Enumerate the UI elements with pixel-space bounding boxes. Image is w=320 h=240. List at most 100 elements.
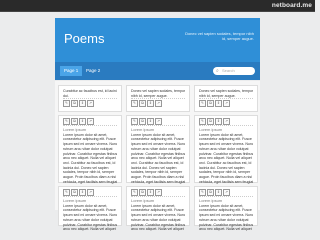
card-line: vehicula, eget facilisis sem feugiat. bbox=[63, 179, 117, 184]
card-line: rutrum arcu vitae dolor volutpat bbox=[131, 217, 181, 222]
card-line: rutrum arcu vitae dolor volutpat bbox=[63, 217, 113, 222]
share-icon[interactable]: ↗ bbox=[155, 118, 162, 125]
search-input[interactable]: ⌕ Search bbox=[213, 67, 255, 75]
move-icon[interactable]: ⇕ bbox=[79, 189, 86, 196]
card-text: Lorem ipsum Lorem ipsum dolor sit amet, co… bbox=[199, 128, 253, 184]
board-card[interactable]: Curabitur ac faucibus est, id lacinia dui… bbox=[58, 85, 122, 112]
card-line: rutrum arcu vitae dolor volutpat bbox=[131, 146, 181, 151]
search-icon: ⌕ bbox=[216, 68, 219, 74]
edit-icon[interactable]: ✎ bbox=[63, 100, 70, 107]
card-divider bbox=[199, 196, 253, 197]
share-icon[interactable]: ↗ bbox=[87, 189, 94, 196]
share-icon[interactable]: ↗ bbox=[155, 189, 162, 196]
move-icon[interactable]: ⇕ bbox=[215, 118, 222, 125]
edit-icon[interactable]: ✎ bbox=[63, 118, 70, 125]
board-card[interactable]: Donec vel sapien sodales, tempor nibh id,… bbox=[194, 85, 258, 112]
card-toolbar: ✎ ⧉ ⇕ ↗ bbox=[131, 189, 163, 196]
card-toolbar: ✎ ⧉ ⇕ ↗ bbox=[131, 100, 163, 107]
card-divider bbox=[199, 125, 253, 126]
move-icon[interactable]: ⇕ bbox=[215, 100, 222, 107]
card-divider bbox=[63, 98, 117, 99]
card-toolbar: ✎ ⧉ ⇕ ↗ bbox=[199, 100, 231, 107]
card-line: arcu nec aliquet. Nulla vel aliquet bbox=[63, 227, 116, 232]
share-icon[interactable]: ↗ bbox=[87, 118, 94, 125]
copy-icon[interactable]: ⧉ bbox=[207, 118, 214, 125]
tab-page-1[interactable]: Page 1 bbox=[60, 66, 83, 76]
edit-icon[interactable]: ✎ bbox=[131, 118, 138, 125]
card-divider bbox=[199, 98, 253, 99]
card-grid: Curabitur ac faucibus est, id lacinia dui… bbox=[55, 81, 260, 231]
page-nav: Page 1 Page 2 ⌕ Search bbox=[55, 62, 260, 80]
card-text: Lorem ipsum Lorem ipsum dolor sit amet, co… bbox=[131, 199, 185, 232]
card-toolbar: ✎ ⧉ ⇕ ↗ bbox=[63, 189, 95, 196]
card-divider bbox=[63, 196, 117, 197]
copy-icon[interactable]: ⧉ bbox=[139, 189, 146, 196]
copy-icon[interactable]: ⧉ bbox=[71, 189, 78, 196]
edit-icon[interactable]: ✎ bbox=[199, 100, 206, 107]
move-icon[interactable]: ⇕ bbox=[147, 189, 154, 196]
copy-icon[interactable]: ⧉ bbox=[139, 100, 146, 107]
board-card[interactable]: Lorem ipsum Lorem ipsum dolor sit amet, co… bbox=[194, 186, 258, 231]
card-line: vehicula, eget facilisis sem feugiat. bbox=[199, 179, 253, 184]
board-header: Poems Donec vel sapien sodales, tempor n… bbox=[55, 18, 260, 62]
top-bar: netboard.me bbox=[0, 0, 315, 12]
brand-logo[interactable]: netboard.me bbox=[272, 0, 312, 11]
card-toolbar: ✎ ⧉ ⇕ ↗ bbox=[63, 100, 95, 107]
card-line: orci. Curabitur ac faucibus est, id bbox=[199, 160, 252, 165]
card-line: rutrum arcu vitae dolor volutpat bbox=[199, 217, 249, 222]
card-text: Curabitur ac faucibus est, id lacinia dui… bbox=[63, 89, 117, 98]
share-icon[interactable]: ↗ bbox=[223, 118, 230, 125]
board-card[interactable]: Lorem ipsum Lorem ipsum dolor sit amet, co… bbox=[126, 115, 190, 184]
card-toolbar: ✎ ⧉ ⇕ ↗ bbox=[131, 118, 163, 125]
share-icon[interactable]: ↗ bbox=[87, 100, 94, 107]
tab-page-2[interactable]: Page 2 bbox=[82, 66, 104, 76]
edit-icon[interactable]: ✎ bbox=[131, 100, 138, 107]
page-title: Poems bbox=[64, 31, 105, 46]
card-toolbar: ✎ ⧉ ⇕ ↗ bbox=[63, 118, 95, 125]
share-icon[interactable]: ↗ bbox=[155, 100, 162, 107]
card-line: arcu nec aliquet. Nulla vel aliquet bbox=[199, 227, 252, 232]
card-line: vehicula, eget facilisis sem feugiat. bbox=[131, 179, 185, 184]
board-card[interactable]: Lorem ipsum Lorem ipsum dolor sit amet, co… bbox=[194, 115, 258, 184]
copy-icon[interactable]: ⧉ bbox=[207, 189, 214, 196]
board-card[interactable]: Lorem ipsum Lorem ipsum dolor sit amet, co… bbox=[58, 115, 122, 184]
card-text: Donec vel sapien sodales, tempor nibh id,… bbox=[131, 89, 185, 98]
card-toolbar: ✎ ⧉ ⇕ ↗ bbox=[199, 118, 231, 125]
edit-icon[interactable]: ✎ bbox=[63, 189, 70, 196]
card-text: Lorem ipsum Lorem ipsum dolor sit amet, co… bbox=[131, 128, 185, 184]
card-line: arcu nec aliquet. Nulla vel aliquet bbox=[131, 227, 184, 232]
card-divider bbox=[63, 125, 117, 126]
page-tagline: Donec vel sapien sodales, tempor nibh id… bbox=[185, 31, 254, 41]
copy-icon[interactable]: ⧉ bbox=[71, 100, 78, 107]
card-text: Lorem ipsum Lorem ipsum dolor sit amet, co… bbox=[199, 199, 253, 232]
card-divider bbox=[131, 125, 185, 126]
move-icon[interactable]: ⇕ bbox=[79, 118, 86, 125]
copy-icon[interactable]: ⧉ bbox=[71, 118, 78, 125]
card-line: Donec vel sapien sodales, tempor bbox=[131, 89, 185, 93]
board-card[interactable]: Lorem ipsum Lorem ipsum dolor sit amet, co… bbox=[126, 186, 190, 231]
move-icon[interactable]: ⇕ bbox=[215, 189, 222, 196]
board-card[interactable]: Donec vel sapien sodales, tempor nibh id,… bbox=[126, 85, 190, 112]
card-line: rutrum arcu vitae dolor volutpat bbox=[199, 146, 249, 151]
board-card[interactable]: Lorem ipsum Lorem ipsum dolor sit amet, co… bbox=[58, 186, 122, 231]
share-icon[interactable]: ↗ bbox=[223, 100, 230, 107]
card-text: Lorem ipsum Lorem ipsum dolor sit amet, co… bbox=[63, 128, 117, 184]
card-line: orci. Curabitur ac faucibus est, id bbox=[131, 160, 184, 165]
edit-icon[interactable]: ✎ bbox=[199, 189, 206, 196]
move-icon[interactable]: ⇕ bbox=[79, 100, 86, 107]
edit-icon[interactable]: ✎ bbox=[131, 189, 138, 196]
copy-icon[interactable]: ⧉ bbox=[139, 118, 146, 125]
move-icon[interactable]: ⇕ bbox=[147, 100, 154, 107]
card-divider bbox=[131, 98, 185, 99]
card-line: orci. Curabitur ac faucibus est, id bbox=[63, 160, 116, 165]
card-toolbar: ✎ ⧉ ⇕ ↗ bbox=[199, 189, 231, 196]
copy-icon[interactable]: ⧉ bbox=[207, 100, 214, 107]
edit-icon[interactable]: ✎ bbox=[199, 118, 206, 125]
card-text: Donec vel sapien sodales, tempor nibh id,… bbox=[199, 89, 253, 98]
move-icon[interactable]: ⇕ bbox=[147, 118, 154, 125]
card-divider bbox=[131, 196, 185, 197]
share-icon[interactable]: ↗ bbox=[223, 189, 230, 196]
card-line: Donec vel sapien sodales, tempor bbox=[199, 89, 253, 93]
card-line: Curabitur ac faucibus est, id lacinia bbox=[63, 89, 117, 93]
search-placeholder: Search bbox=[222, 68, 235, 73]
